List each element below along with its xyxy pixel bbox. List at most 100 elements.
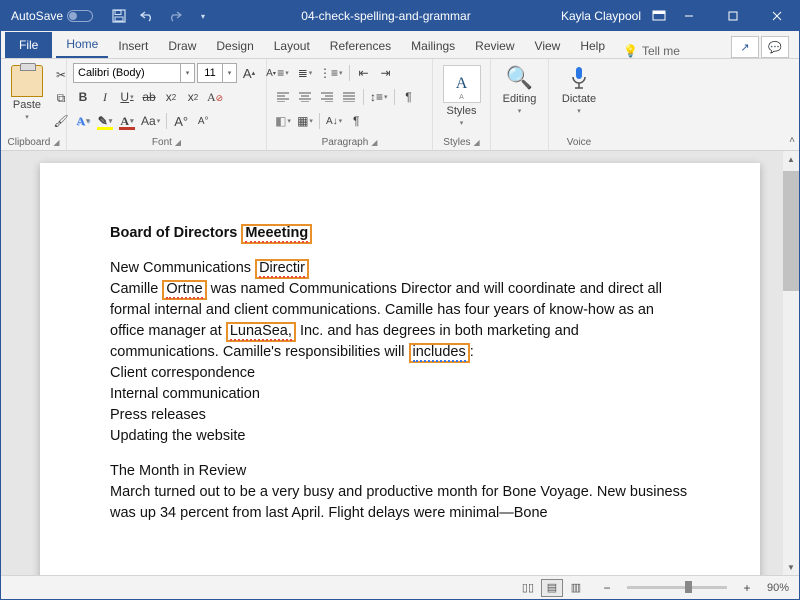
share-icon: ↗ [740, 41, 749, 54]
word-window: AutoSave ▾ 04-check-spelling-and-grammar… [0, 0, 800, 600]
tab-references[interactable]: References [320, 33, 401, 58]
tab-layout[interactable]: Layout [264, 33, 320, 58]
decrease-indent-button[interactable]: ⇤ [354, 63, 374, 83]
change-case-button[interactable]: Aa [139, 111, 162, 131]
tab-mailings[interactable]: Mailings [401, 33, 465, 58]
collapse-ribbon-button[interactable]: ˄ [789, 135, 795, 146]
highlight-button[interactable]: ✎ [95, 111, 115, 131]
scroll-up-icon[interactable]: ▲ [783, 151, 799, 167]
search-icon: 🔍 [506, 65, 533, 91]
zoom-in-button[interactable]: + [737, 578, 757, 598]
spell-error[interactable]: Meeeting [245, 225, 308, 243]
dictate-button[interactable]: Dictate ▾ [558, 63, 600, 117]
superscript-button[interactable]: x2 [183, 87, 203, 107]
minimize-button[interactable] [667, 1, 711, 31]
spell-error[interactable]: LunaSea, [230, 323, 292, 341]
tab-review[interactable]: Review [465, 33, 524, 58]
zoom-slider[interactable] [627, 586, 727, 589]
strikethrough-button[interactable]: ab [139, 87, 159, 107]
borders-button[interactable]: ▦ [295, 111, 315, 131]
bold-button[interactable]: B [73, 87, 93, 107]
chevron-down-icon: ▾ [518, 107, 522, 115]
tab-file[interactable]: File [5, 32, 52, 58]
tab-insert[interactable]: Insert [108, 33, 158, 58]
tab-draw[interactable]: Draw [158, 33, 206, 58]
editing-button[interactable]: 🔍 Editing ▾ [499, 63, 541, 117]
autosave-toggle[interactable]: AutoSave [1, 9, 101, 23]
scrollbar-thumb[interactable] [783, 171, 799, 291]
tab-help[interactable]: Help [570, 33, 615, 58]
bullets-button[interactable]: ≡ [273, 63, 293, 83]
styles-button[interactable]: AA Styles ▾ [439, 63, 485, 129]
tab-design[interactable]: Design [206, 33, 263, 58]
numbering-button[interactable]: ≣ [295, 63, 315, 83]
zoom-level[interactable]: 90% [767, 582, 789, 594]
quick-access-toolbar: ▾ [101, 8, 221, 24]
increase-indent-button[interactable]: ⇥ [376, 63, 396, 83]
line-spacing-button[interactable]: ↕≡ [368, 87, 390, 107]
ribbon-display-icon[interactable] [651, 8, 667, 24]
char-shading-a-button[interactable]: A° [171, 111, 191, 131]
text-effects-button[interactable]: A [73, 111, 93, 131]
print-layout-button[interactable]: ▤ [541, 579, 563, 597]
grow-font-button[interactable]: A▴ [239, 63, 259, 83]
grammar-error[interactable]: includes [413, 344, 466, 362]
multilevel-button[interactable]: ⋮≡ [317, 63, 345, 83]
close-button[interactable] [755, 1, 799, 31]
align-center-button[interactable] [295, 87, 315, 107]
styles-launcher-icon[interactable]: ◢ [474, 138, 480, 147]
styles-group-label: Styles [443, 137, 470, 148]
show-all-button[interactable]: ¶ [346, 111, 366, 131]
page[interactable]: Board of Directors Meeeting New Communic… [40, 163, 760, 575]
share-button[interactable]: ↗ [731, 36, 759, 58]
font-launcher-icon[interactable]: ◢ [175, 138, 181, 147]
show-marks-button[interactable]: ¶ [399, 87, 419, 107]
paragraph-launcher-icon[interactable]: ◢ [371, 138, 377, 147]
vertical-scrollbar[interactable]: ▲ ▼ [783, 151, 799, 575]
undo-icon[interactable] [139, 8, 155, 24]
font-color-button[interactable]: A [117, 111, 137, 131]
spell-error[interactable]: Directir [259, 260, 305, 278]
align-left-button[interactable] [273, 87, 293, 107]
zoom-thumb[interactable] [685, 581, 692, 593]
sort-icon: A↓ [326, 116, 338, 127]
group-font: ▾ ▾ A▴ A▾ B I U ab x2 x2 A⊘ A ✎ A [67, 59, 267, 150]
shading-button[interactable]: ◧ [273, 111, 293, 131]
qat-more-icon[interactable]: ▾ [195, 8, 211, 24]
font-name-combo[interactable]: ▾ [73, 63, 195, 83]
justify-button[interactable] [339, 87, 359, 107]
read-mode-button[interactable]: ▯▯ [517, 579, 539, 597]
scroll-down-icon[interactable]: ▼ [783, 559, 799, 575]
tab-view[interactable]: View [525, 33, 571, 58]
tell-me-search[interactable]: 💡 Tell me [615, 44, 688, 58]
clear-formatting-button[interactable]: A⊘ [205, 87, 225, 107]
chevron-down-icon[interactable]: ▾ [223, 63, 237, 83]
web-layout-button[interactable]: ▥ [565, 579, 587, 597]
char-shading-small-button[interactable]: A° [193, 111, 213, 131]
maximize-button[interactable] [711, 1, 755, 31]
sort-button[interactable]: A↓ [324, 111, 344, 131]
text: New Communications [110, 260, 251, 276]
subheading: The Month in Review [110, 463, 246, 479]
subscript-button[interactable]: x2 [161, 87, 181, 107]
font-name-input[interactable] [73, 63, 181, 83]
redo-icon[interactable] [167, 8, 183, 24]
spell-highlight: Meeeting [241, 224, 312, 244]
italic-button[interactable]: I [95, 87, 115, 107]
highlight-icon: ✎ [98, 114, 108, 128]
clipboard-launcher-icon[interactable]: ◢ [53, 138, 59, 147]
spell-error[interactable]: Ortne [166, 281, 202, 299]
font-size-combo[interactable]: ▾ [197, 63, 237, 83]
font-size-input[interactable] [197, 63, 223, 83]
user-name[interactable]: Kayla Claypool [551, 9, 651, 23]
underline-button[interactable]: U [117, 87, 137, 107]
save-icon[interactable] [111, 8, 127, 24]
voice-group-label: Voice [567, 137, 591, 148]
align-right-button[interactable] [317, 87, 337, 107]
paste-button[interactable]: Paste ▾ [7, 63, 47, 123]
tab-home[interactable]: Home [56, 31, 108, 58]
zoom-out-button[interactable]: − [597, 578, 617, 598]
comments-button[interactable]: 💬 [761, 36, 789, 58]
chevron-down-icon[interactable]: ▾ [181, 63, 195, 83]
document-area[interactable]: Board of Directors Meeeting New Communic… [1, 151, 799, 575]
